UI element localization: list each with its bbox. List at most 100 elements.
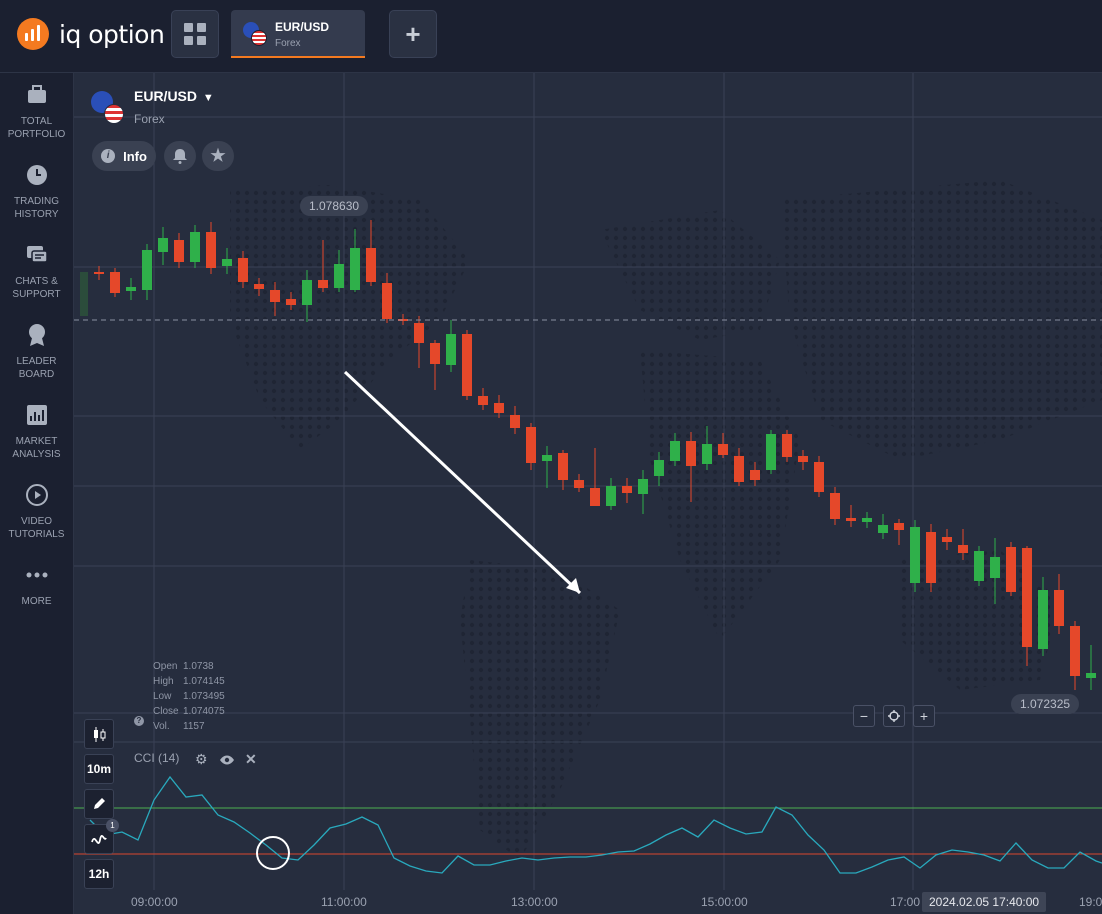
ohlc-low: 1.073495 (183, 691, 225, 702)
candle-body (958, 545, 968, 553)
ohlc-vol: 1157 (183, 721, 205, 732)
candle-body (638, 479, 648, 494)
indicators-button[interactable]: 1 (84, 819, 119, 854)
candle-body (590, 488, 600, 506)
candle-body (126, 287, 136, 291)
asset-category: Forex (134, 112, 165, 126)
candle-body (302, 280, 312, 305)
candle-body (94, 272, 104, 274)
candle-body (270, 290, 280, 302)
candle-body (286, 299, 296, 305)
candle-body (158, 238, 168, 252)
current-price-label: 1.072325 (1011, 694, 1080, 714)
zoom-in-button[interactable]: + (913, 705, 935, 727)
candle-body (174, 240, 184, 262)
candle-body (558, 453, 568, 480)
candle-body (846, 518, 856, 521)
candle-body (1086, 673, 1096, 678)
info-icon: i (101, 149, 116, 163)
drawing-tools-button[interactable] (84, 789, 114, 819)
candle-body (750, 470, 760, 480)
candle-body (526, 427, 536, 463)
candle-body (1070, 626, 1080, 676)
candle-body (510, 415, 520, 428)
candle-body (718, 444, 728, 455)
candle-body (446, 334, 456, 365)
cursor-time-label: 2024.02.05 17:40:00 (922, 892, 1047, 912)
candle-body (1054, 590, 1064, 626)
settings-icon[interactable]: ⚙ (195, 751, 208, 768)
candle-body (222, 259, 232, 266)
trend-arrow[interactable] (343, 370, 582, 595)
candle-body (462, 334, 472, 396)
center-chart-button[interactable] (883, 705, 905, 727)
ohlc-vol-label: Vol. (153, 721, 170, 732)
candle-body (238, 258, 248, 282)
candle-body (670, 441, 680, 461)
ohlc-low-label: Low (153, 691, 172, 702)
time-label: 09:00:00 (131, 895, 178, 909)
candle-body (206, 232, 216, 268)
price-chart[interactable] (0, 0, 1102, 914)
ohlc-high: 1.074145 (183, 676, 225, 687)
candle-body (494, 403, 504, 413)
candle-body (574, 480, 584, 488)
chevron-down-icon: ▼ (202, 92, 214, 104)
ohlc-panel: Open 1.0738 High 1.074145 Low 1.073495 Clos… (153, 659, 225, 734)
candle-body (478, 396, 488, 405)
high-price-label: 1.078630 (300, 196, 369, 216)
candle-body (350, 248, 360, 290)
close-icon[interactable]: ✕ (245, 751, 257, 768)
candle-body (622, 486, 632, 493)
zoom-out-button[interactable]: − (853, 705, 875, 727)
alert-button[interactable] (164, 141, 196, 171)
candle-body (798, 456, 808, 462)
candle-body (942, 537, 952, 542)
indicator-name: CCI (14) (134, 751, 180, 765)
candle-body (606, 486, 616, 506)
candle-body (254, 284, 264, 289)
candle-body (702, 444, 712, 464)
ohlc-open-label: Open (153, 661, 178, 672)
plus-icon: + (919, 708, 929, 724)
eye-icon[interactable] (219, 754, 235, 766)
indicator-wave-icon (91, 835, 107, 845)
candle-body (686, 441, 696, 466)
period-button[interactable]: 12h (84, 859, 114, 889)
candle-body (830, 493, 840, 519)
favorite-button[interactable]: ★ (202, 141, 234, 171)
candle-body (654, 460, 664, 476)
candle-body (782, 434, 792, 457)
time-label: 13:00:00 (511, 895, 558, 909)
crosshair-icon (888, 710, 900, 722)
candle-body (366, 248, 376, 282)
candle-body (862, 518, 872, 522)
ohlc-close: 1.074075 (183, 706, 225, 717)
info-button[interactable]: i Info (92, 141, 156, 171)
minus-icon: − (859, 708, 869, 724)
timeframe-button[interactable]: 10m (84, 754, 114, 784)
us-flag-icon (104, 104, 124, 124)
ohlc-open: 1.0738 (183, 661, 214, 672)
highlight-circle (256, 836, 290, 870)
chart-type-button[interactable] (84, 719, 114, 749)
asset-selector[interactable]: EUR/USD ▼ (134, 88, 214, 104)
candle-body (974, 551, 984, 581)
candle-body (734, 456, 744, 482)
candle-body (990, 557, 1000, 578)
candle-body (190, 232, 200, 262)
candle-body (910, 527, 920, 583)
candle-body (1022, 548, 1032, 647)
pencil-icon (94, 798, 105, 809)
cci-line (89, 775, 1102, 874)
ohlc-close-label: Close (153, 706, 179, 717)
time-label: 17:00 (890, 895, 921, 909)
info-label: Info (123, 148, 147, 164)
volume-marker (80, 272, 88, 316)
help-icon[interactable]: ? (134, 716, 144, 726)
candle-body (1006, 547, 1016, 592)
time-label: 19:0 (1079, 895, 1102, 909)
indicators-count-badge: 1 (106, 819, 119, 832)
candles-icon (94, 727, 106, 742)
candle-body (894, 523, 904, 530)
